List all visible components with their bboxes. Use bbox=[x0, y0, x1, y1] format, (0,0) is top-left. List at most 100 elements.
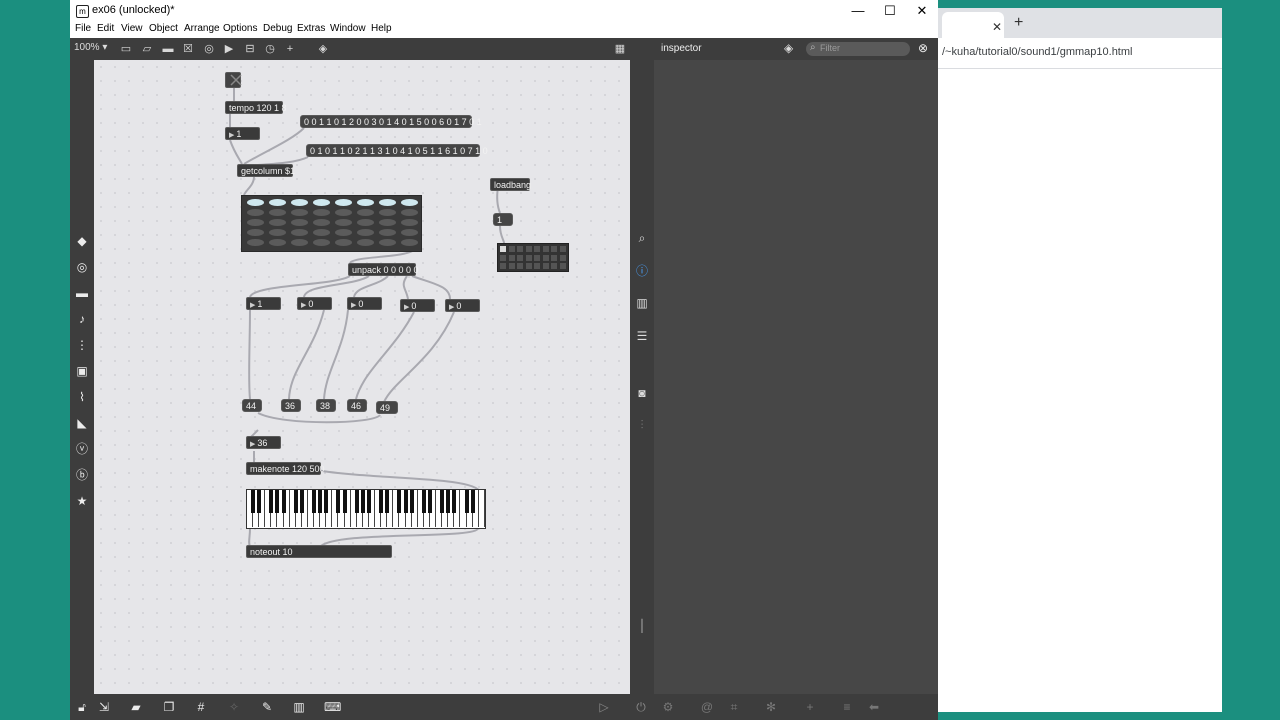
sequencer-icon[interactable]: ⋮ bbox=[74, 337, 90, 353]
grid-cell[interactable] bbox=[517, 263, 523, 269]
black-key[interactable] bbox=[342, 490, 347, 513]
matrix-cell[interactable] bbox=[401, 239, 418, 246]
matrix-cell[interactable] bbox=[357, 209, 374, 216]
matrix-cell[interactable] bbox=[291, 239, 308, 246]
matrix-cell[interactable] bbox=[357, 239, 374, 246]
keyboard-strip-icon[interactable]: ▬ bbox=[74, 285, 90, 301]
white-key[interactable] bbox=[479, 490, 485, 527]
book-icon[interactable]: ▥ bbox=[634, 295, 650, 311]
grid-cell[interactable] bbox=[542, 246, 549, 252]
black-key[interactable] bbox=[336, 490, 341, 513]
grid-cell[interactable] bbox=[517, 246, 523, 252]
grid-cell[interactable] bbox=[508, 263, 515, 269]
star-icon[interactable]: ★ bbox=[74, 493, 90, 509]
patcher-canvas[interactable]: tempo 120 1 8 1 0 0 1 1 0 1 2 0 0 3 0 1 … bbox=[94, 60, 630, 694]
note-number-box[interactable]: 36 bbox=[246, 436, 281, 449]
black-key[interactable] bbox=[354, 490, 359, 513]
note-message-46[interactable]: 46 bbox=[347, 399, 367, 412]
note-message-38[interactable]: 38 bbox=[316, 399, 336, 412]
address-bar[interactable]: /~kuha/tutorial0/sound1/gmmap10.html bbox=[938, 40, 1222, 69]
matrix-cell[interactable] bbox=[379, 219, 396, 226]
menu-arrange[interactable]: Arrange bbox=[184, 23, 220, 34]
close-tab-icon[interactable]: ✕ bbox=[992, 20, 1002, 34]
grid-cell[interactable] bbox=[525, 246, 532, 252]
grid-cell[interactable] bbox=[542, 263, 549, 269]
menu-edit[interactable]: Edit bbox=[97, 23, 114, 34]
piano-icon[interactable]: ▥ bbox=[291, 699, 307, 715]
new-number-icon[interactable]: ▶ bbox=[221, 41, 237, 57]
circle-target-icon[interactable]: ◎ bbox=[74, 259, 90, 275]
matrix-cell[interactable] bbox=[269, 199, 286, 206]
black-key[interactable] bbox=[403, 490, 408, 513]
snap-icon[interactable]: ✧ bbox=[226, 699, 242, 715]
presentation-icon[interactable]: ⇲ bbox=[96, 699, 112, 715]
black-key[interactable] bbox=[293, 490, 298, 513]
zoom-menu[interactable]: 100% ▾ bbox=[74, 42, 107, 53]
matrix-cell[interactable] bbox=[335, 219, 352, 226]
matrix-cell[interactable] bbox=[335, 199, 352, 206]
matrix-cell[interactable] bbox=[269, 219, 286, 226]
b-package-icon[interactable]: ⓑ bbox=[74, 467, 90, 483]
new-toggle-icon[interactable]: ◎ bbox=[201, 41, 217, 57]
matrix-cell[interactable] bbox=[401, 199, 418, 206]
black-key[interactable] bbox=[440, 490, 445, 513]
matrix-cell[interactable] bbox=[401, 229, 418, 236]
close-window-button[interactable]: ✕ bbox=[906, 2, 938, 20]
matrix-cell[interactable] bbox=[291, 199, 308, 206]
getcolumn-object[interactable]: getcolumn $1 bbox=[237, 164, 295, 177]
matrix-cell[interactable] bbox=[247, 239, 264, 246]
matrix-cell[interactable] bbox=[313, 199, 330, 206]
message-box-row2[interactable]: 0 1 0 1 1 0 2 1 1 3 1 0 4 1 0 5 1 1 6 1 … bbox=[306, 144, 488, 157]
music-note-icon[interactable]: ♪ bbox=[74, 311, 90, 327]
at-icon[interactable]: @ bbox=[699, 699, 715, 715]
menu-file[interactable]: File bbox=[75, 23, 91, 34]
black-key[interactable] bbox=[421, 490, 426, 513]
matrix-cell[interactable] bbox=[335, 239, 352, 246]
cube-icon[interactable]: ◆ bbox=[74, 233, 90, 249]
list-icon[interactable]: ☰ bbox=[634, 328, 650, 344]
black-key[interactable] bbox=[452, 490, 457, 513]
new-tab-button[interactable]: + bbox=[1014, 14, 1023, 32]
note-message-49[interactable]: 49 bbox=[376, 401, 398, 414]
black-key[interactable] bbox=[397, 490, 402, 513]
black-key[interactable] bbox=[379, 490, 384, 513]
matrix-cell[interactable] bbox=[313, 219, 330, 226]
number-box-4[interactable]: 0 bbox=[400, 299, 435, 312]
matrix-cell[interactable] bbox=[269, 239, 286, 246]
black-key[interactable] bbox=[281, 490, 286, 513]
makenote-object[interactable]: makenote 120 500 bbox=[246, 462, 325, 475]
black-key[interactable] bbox=[275, 490, 280, 513]
matrix-cell[interactable] bbox=[379, 239, 396, 246]
note-message-36[interactable]: 36 bbox=[281, 399, 301, 412]
v-package-icon[interactable]: ⓥ bbox=[74, 441, 90, 457]
matrix-cell[interactable] bbox=[357, 229, 374, 236]
note-message-44[interactable]: 44 bbox=[242, 399, 262, 412]
menu-options[interactable]: Options bbox=[223, 23, 257, 34]
loadbang-object[interactable]: loadbang bbox=[490, 178, 531, 191]
menu-view[interactable]: View bbox=[121, 23, 143, 34]
matrix-cell[interactable] bbox=[379, 209, 396, 216]
grid-cell[interactable] bbox=[559, 246, 566, 252]
browser-tab[interactable]: ✕ bbox=[942, 12, 1004, 38]
black-key[interactable] bbox=[299, 490, 304, 513]
keyboard-icon[interactable]: ⌨ bbox=[324, 699, 341, 715]
black-key[interactable] bbox=[409, 490, 414, 513]
black-key[interactable] bbox=[464, 490, 469, 513]
lock-icon[interactable]: 🔓︎ bbox=[74, 699, 90, 715]
menu-help[interactable]: Help bbox=[371, 23, 392, 34]
matrix-cell[interactable] bbox=[313, 239, 330, 246]
layers-icon[interactable]: ❐ bbox=[161, 699, 177, 715]
step-grid[interactable] bbox=[497, 243, 569, 272]
image-icon[interactable]: ▣ bbox=[74, 363, 90, 379]
kslider-keyboard[interactable] bbox=[246, 489, 486, 529]
grid-cell[interactable] bbox=[551, 254, 557, 261]
cluster-icon[interactable]: ✻ bbox=[763, 699, 779, 715]
noteout-object[interactable]: noteout 10 bbox=[246, 545, 392, 558]
crop-icon[interactable]: ⌗ bbox=[726, 699, 742, 715]
plug-icon[interactable]: ◣ bbox=[74, 415, 90, 431]
maximize-button[interactable]: ☐ bbox=[874, 2, 906, 20]
black-key[interactable] bbox=[324, 490, 329, 513]
play-icon[interactable]: ▷ bbox=[596, 699, 612, 715]
add-icon[interactable]: + bbox=[802, 699, 818, 715]
new-dial-icon[interactable]: ◷ bbox=[262, 41, 278, 57]
